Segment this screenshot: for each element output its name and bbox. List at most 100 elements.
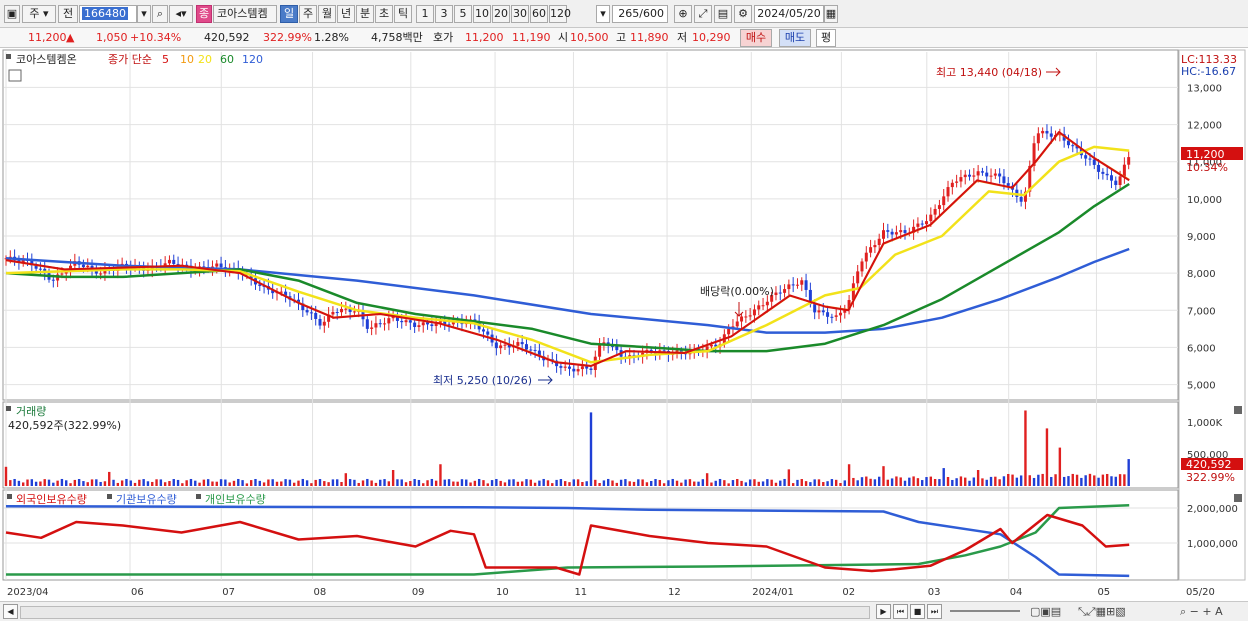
volume-bar-183 — [791, 483, 795, 486]
volume-bar-233 — [1007, 473, 1010, 486]
volume-bar-62 — [271, 479, 274, 486]
quote-bar: 11,200 ▲ 1,050 +10.34% 420,592 322.99% 1… — [0, 28, 1248, 48]
minute-tab-20[interactable]: 20 — [492, 5, 510, 23]
candle-body-203 — [877, 238, 881, 246]
volume-bar-246 — [1062, 476, 1066, 486]
minute-tab-30[interactable]: 30 — [511, 5, 529, 23]
candle-body-95 — [413, 322, 417, 328]
candle-body-189 — [817, 310, 821, 313]
x-tick-label-2: 07 — [222, 587, 235, 598]
eval-button[interactable]: 평 — [816, 29, 836, 47]
period-tab-0[interactable]: 일 — [280, 5, 298, 23]
minute-tab-10[interactable]: 10 — [473, 5, 491, 23]
code-dropdown-icon[interactable]: ▾ — [137, 5, 151, 23]
period-tab-4[interactable]: 분 — [356, 5, 374, 23]
volume-bar-178 — [770, 479, 773, 486]
layout-icon[interactable]: ▢▣▤ — [1030, 604, 1061, 619]
period-tab-1[interactable]: 주 — [299, 5, 317, 23]
period-tab-3[interactable]: 년 — [337, 5, 355, 23]
x-tick-label-1: 06 — [131, 587, 144, 598]
candle-body-114 — [494, 342, 498, 349]
hold-y-tick-0: 2,000,000 — [1187, 504, 1238, 515]
candle-body-191 — [826, 312, 830, 317]
minute-tab-60[interactable]: 60 — [530, 5, 548, 23]
volume-bar-26 — [116, 482, 120, 486]
period-tab-2[interactable]: 월 — [318, 5, 336, 23]
scroll-left-button[interactable]: ◀ — [3, 604, 18, 619]
candle-body-202 — [873, 245, 877, 248]
tools-icon[interactable]: ⊕ — [674, 5, 692, 23]
volume-bar-167 — [723, 480, 726, 486]
prev-button[interactable]: 전 — [58, 5, 78, 23]
buy-button[interactable]: 매수 — [740, 29, 772, 47]
volume-bar-177 — [766, 479, 769, 486]
minute-tab-120[interactable]: 120 — [549, 5, 571, 23]
volume-bar-254 — [1097, 477, 1100, 486]
candle-body-192 — [830, 316, 834, 318]
chart-area[interactable]: 2023/04 06 07 08 09 10 11 12 2024/01 02 03 04 05 05/2… — [0, 48, 1248, 601]
volume-bar-2 — [13, 478, 16, 486]
volume-bar-29 — [129, 480, 132, 486]
sell-button[interactable]: 매도 — [779, 29, 811, 47]
date-input[interactable]: 2024/05/20 — [754, 5, 824, 23]
volume-bar-75 — [327, 482, 330, 486]
code-input[interactable]: 166480 — [79, 5, 137, 23]
minute-dropdown-icon[interactable]: ▾ — [596, 5, 610, 23]
candle-body-247 — [1066, 140, 1070, 146]
nav-button-1[interactable]: ⏮ — [893, 604, 908, 619]
zoom-icons[interactable]: ⌕ − + A — [1180, 604, 1223, 619]
search-icon[interactable]: ⌕ — [152, 5, 168, 23]
candle-body-93 — [404, 320, 408, 323]
volume-bar-173 — [748, 479, 752, 486]
volume-bar-243 — [1050, 476, 1053, 486]
candle-body-78 — [340, 308, 344, 313]
period-tab-6[interactable]: 틱 — [394, 5, 412, 23]
minute-tab-3[interactable]: 3 — [435, 5, 453, 23]
volume-bar-107 — [465, 479, 468, 486]
count-input[interactable]: 265/600 — [612, 5, 668, 23]
volume-bar-11 — [52, 482, 55, 486]
volume-bar-244 — [1054, 474, 1057, 486]
high-value: 11,890 — [630, 31, 669, 44]
volume-bar-65 — [284, 479, 287, 486]
volume-bar-85 — [370, 480, 373, 486]
volume-bar-57 — [249, 480, 253, 486]
open-value: 10,500 — [570, 31, 609, 44]
high-annotation: 최고 13,440 (04/18) — [936, 66, 1042, 79]
calendar-icon[interactable]: ▦ — [824, 5, 838, 23]
volume-bar-261 — [1127, 459, 1130, 486]
volume-bar-76 — [331, 479, 335, 486]
nav-button-2[interactable]: ■ — [910, 604, 925, 619]
ma-legend-20: 20 — [198, 53, 212, 66]
volume-bar-12 — [56, 480, 59, 486]
nav-button-0[interactable]: ▶ — [876, 604, 891, 619]
minute-tab-5[interactable]: 5 — [454, 5, 472, 23]
volume-bar-219 — [946, 477, 950, 486]
candle-body-38 — [167, 259, 171, 264]
candle-body-86 — [374, 323, 378, 328]
volume-bar-204 — [882, 466, 885, 486]
window-menu-icon[interactable]: ▣ — [4, 5, 20, 23]
volume-bar-252 — [1088, 473, 1092, 486]
candle-body-216 — [933, 208, 937, 215]
horizontal-scrollbar[interactable] — [20, 606, 870, 619]
speaker-icon[interactable]: ◂▾ — [169, 5, 193, 23]
period-tab-5[interactable]: 초 — [375, 5, 393, 23]
zoom-slider[interactable] — [950, 610, 1020, 612]
gear-icon[interactable]: ⚙ — [734, 5, 752, 23]
resize-icon[interactable]: ⤢ — [694, 5, 712, 23]
holdings-bullet-icon-2 — [196, 494, 201, 499]
candle-body-200 — [864, 252, 868, 262]
volume-bar-63 — [275, 481, 279, 486]
draw-tools-icon[interactable]: ⤡⤢▦⊞▧ — [1078, 604, 1126, 619]
nav-button-3[interactable]: ⏭ — [927, 604, 942, 619]
volume-bar-260 — [1123, 474, 1126, 486]
candle-body-81 — [352, 311, 356, 313]
volume-bar-37 — [163, 482, 167, 486]
minute-tab-1[interactable]: 1 — [416, 5, 434, 23]
save-icon[interactable]: ▤ — [714, 5, 732, 23]
low-label: 저 — [677, 31, 688, 44]
market-select[interactable]: 주 ▾ — [22, 5, 56, 23]
candle-body-182 — [787, 284, 791, 290]
y-tick-label-7: 6,000 — [1187, 343, 1216, 354]
